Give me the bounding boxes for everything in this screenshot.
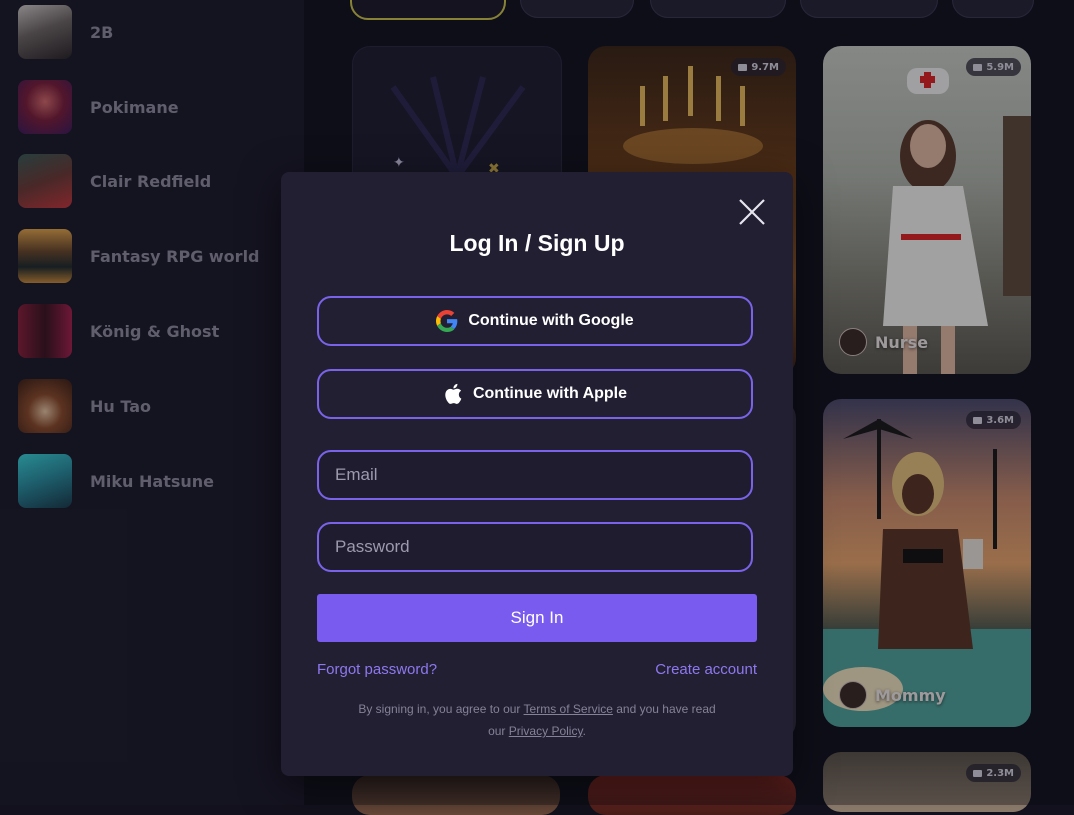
- create-account-link[interactable]: Create account: [655, 661, 757, 678]
- continue-with-apple-button[interactable]: Continue with Apple: [317, 369, 753, 419]
- continue-with-google-button[interactable]: Continue with Google: [317, 296, 753, 346]
- google-button-label: Continue with Google: [468, 312, 634, 329]
- forgot-password-link[interactable]: Forgot password?: [317, 661, 437, 678]
- sign-in-button[interactable]: Sign In: [317, 594, 757, 642]
- google-icon: [436, 310, 458, 332]
- email-field[interactable]: [317, 450, 753, 500]
- privacy-policy-link[interactable]: Privacy Policy: [509, 724, 583, 738]
- apple-icon: [445, 383, 462, 404]
- legal-middle: and you have read: [616, 702, 716, 716]
- modal-title: Log In / Sign Up: [449, 230, 625, 256]
- login-modal: Log In / Sign Up Continue with Google Co…: [281, 172, 793, 776]
- legal-text: By signing in, you agree to our Terms of…: [317, 698, 757, 742]
- terms-of-service-link[interactable]: Terms of Service: [524, 702, 613, 716]
- apple-button-label: Continue with Apple: [472, 385, 628, 402]
- password-field[interactable]: [317, 522, 753, 572]
- legal-suffix: .: [582, 724, 586, 738]
- close-icon[interactable]: [736, 196, 768, 228]
- legal-prefix: By signing in, you agree to our: [358, 702, 521, 716]
- legal-our: our: [488, 724, 506, 738]
